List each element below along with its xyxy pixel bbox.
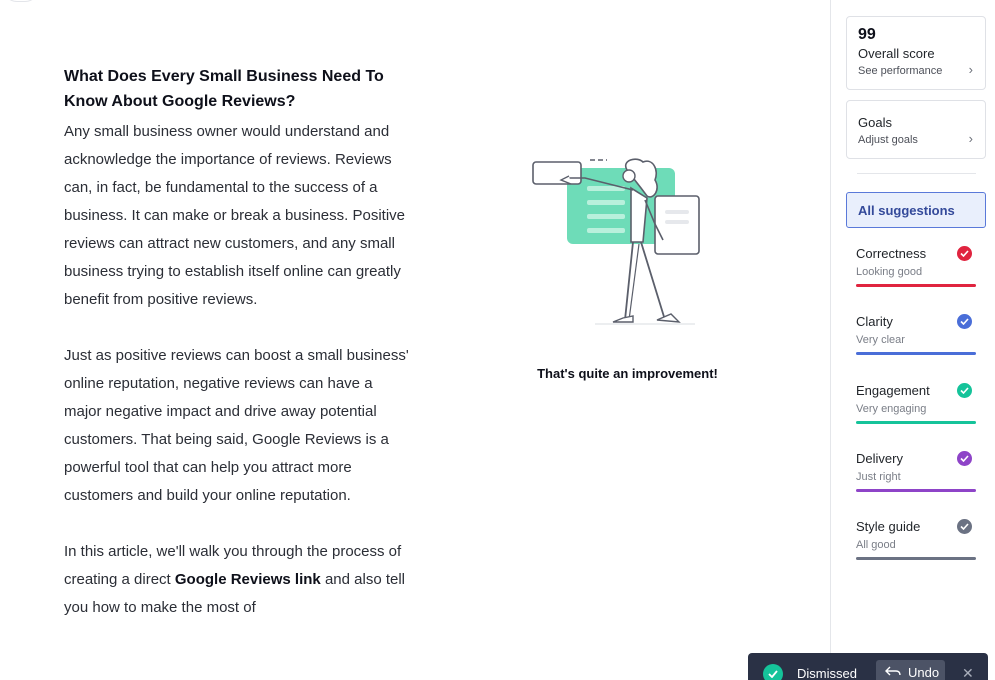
all-suggestions-button[interactable]: All suggestions — [846, 192, 986, 228]
paragraph-1: Any small business owner would understan… — [64, 123, 406, 308]
overall-score-title: Overall score — [858, 46, 935, 61]
category-status: Just right — [856, 471, 901, 483]
undo-icon — [885, 665, 901, 680]
person-pointing-illustration — [532, 158, 700, 325]
overall-score-card[interactable]: 99 Overall score See performance › — [846, 16, 986, 90]
category-status: Very engaging — [856, 403, 927, 415]
close-icon[interactable]: ✕ — [962, 665, 974, 680]
chevron-right-icon: › — [968, 62, 973, 77]
undo-label: Undo — [908, 665, 940, 680]
check-icon — [957, 451, 972, 466]
sidebar-divider — [857, 173, 976, 174]
document-body[interactable]: What Does Every Small Business Need To K… — [64, 64, 409, 622]
category-delivery[interactable]: Delivery Just right — [856, 451, 976, 501]
check-icon — [957, 519, 972, 534]
toast-message: Dismissed — [797, 666, 857, 680]
category-status: Looking good — [856, 266, 923, 278]
category-status: Very clear — [856, 334, 905, 346]
goals-title: Goals — [858, 115, 892, 130]
check-icon — [957, 383, 972, 398]
category-clarity[interactable]: Clarity Very clear — [856, 314, 976, 364]
check-icon — [763, 664, 783, 680]
category-status: All good — [856, 539, 896, 551]
category-bar — [856, 557, 976, 560]
check-icon — [957, 246, 972, 261]
improvement-caption: That's quite an improvement! — [537, 366, 718, 381]
category-correctness[interactable]: Correctness Looking good — [856, 246, 976, 296]
category-bar — [856, 284, 976, 287]
category-bar — [856, 352, 976, 355]
category-style-guide[interactable]: Style guide All good — [856, 519, 976, 569]
paragraph-3: In this article, we'll walk you through … — [64, 538, 409, 622]
overall-score-value: 99 — [858, 26, 876, 43]
paragraph-2: Just as positive reviews can boost a sma… — [64, 347, 409, 504]
collapse-handle[interactable] — [3, 0, 39, 2]
see-performance-link[interactable]: See performance — [858, 63, 974, 80]
chevron-right-icon: › — [968, 131, 973, 146]
category-bar — [856, 489, 976, 492]
category-bar — [856, 421, 976, 424]
check-icon — [957, 314, 972, 329]
assistant-sidebar: 99 Overall score See performance › Goals… — [830, 0, 995, 680]
adjust-goals-link[interactable]: Adjust goals — [858, 132, 974, 149]
improvement-illustration — [525, 152, 725, 332]
dismissed-toast: Dismissed Undo ✕ — [748, 653, 988, 680]
category-engagement[interactable]: Engagement Very engaging — [856, 383, 976, 433]
document-heading: What Does Every Small Business Need To K… — [64, 68, 384, 110]
google-reviews-link-text: Google Reviews link — [174, 571, 321, 588]
undo-button[interactable]: Undo — [876, 660, 945, 680]
goals-card[interactable]: Goals Adjust goals › — [846, 100, 986, 159]
